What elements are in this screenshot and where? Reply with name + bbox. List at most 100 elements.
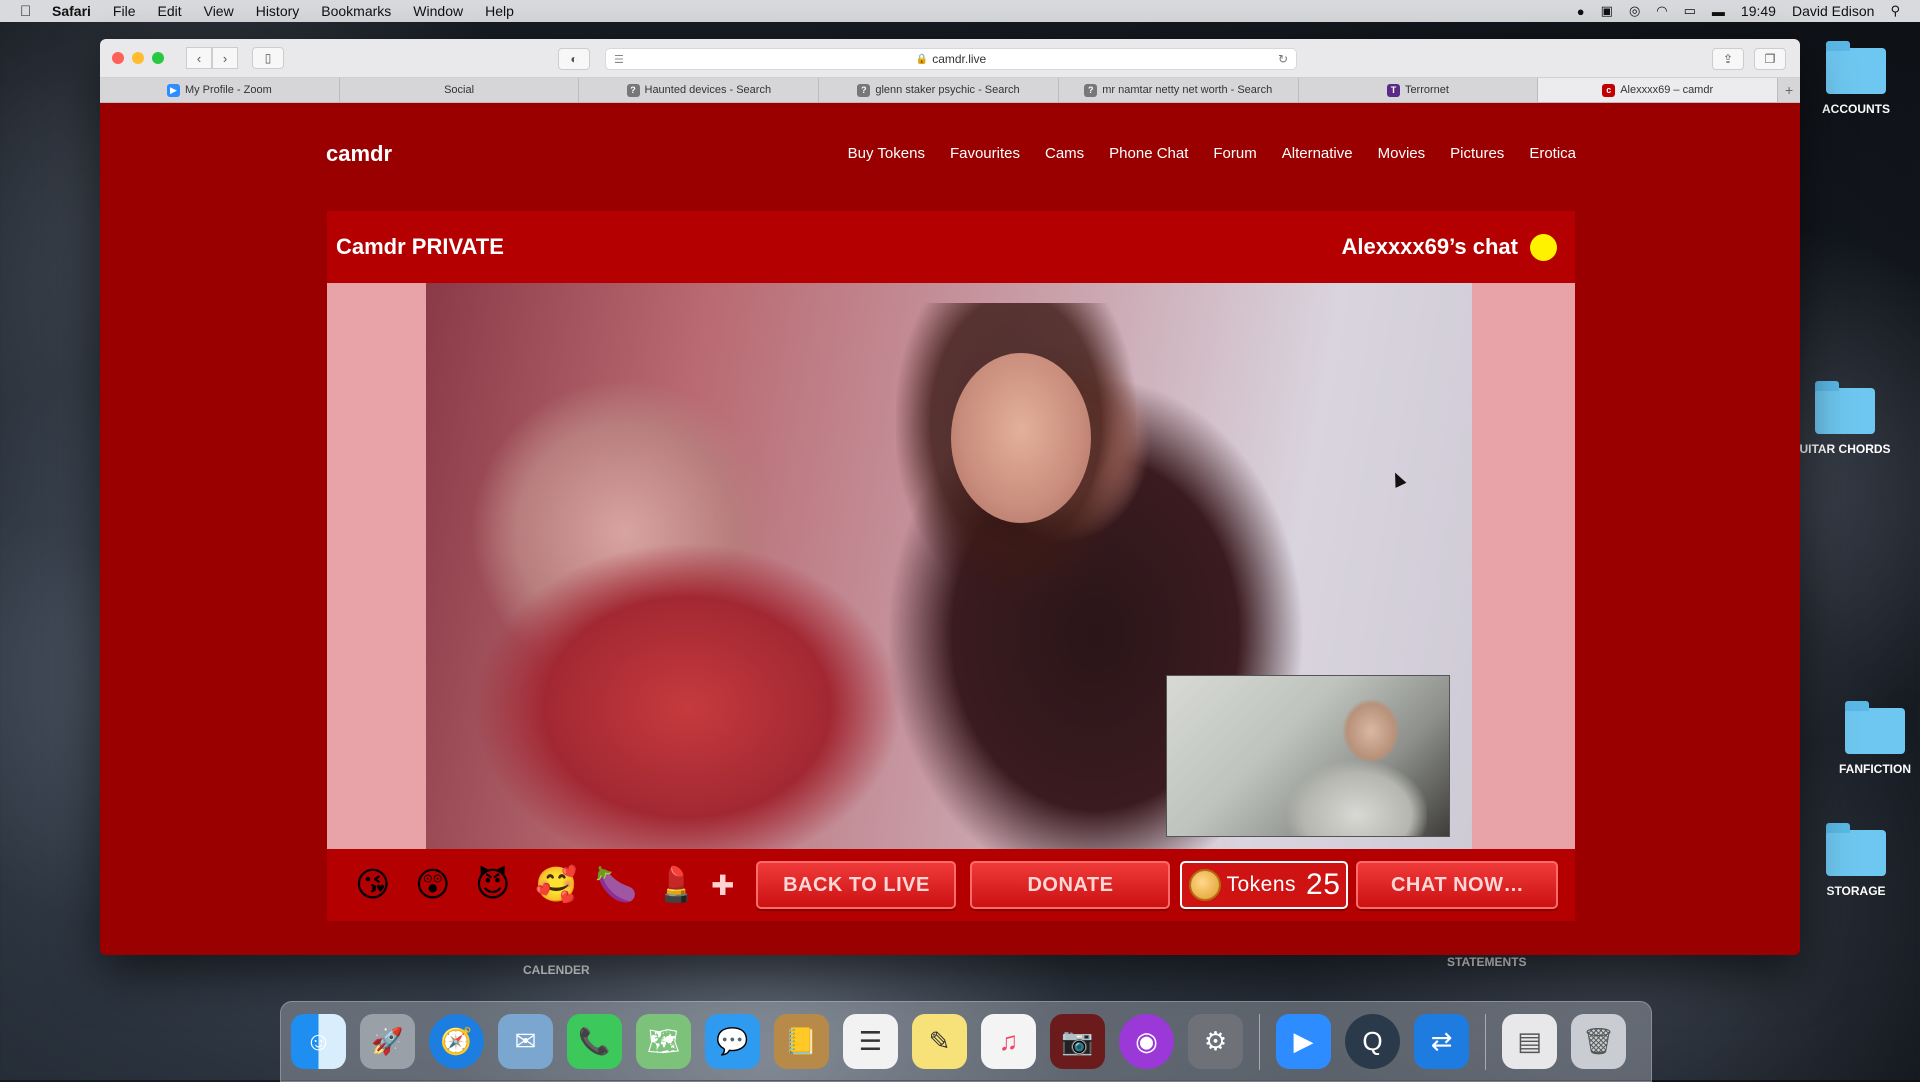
site-logo[interactable]: camdr [326,141,392,167]
share-icon[interactable]: ⇪ [1712,48,1744,70]
nav-movies[interactable]: Movies [1378,145,1426,162]
tab-haunted-devices[interactable]: ? Haunted devices - Search [579,78,820,102]
menu-app-name[interactable]: Safari [52,3,91,19]
close-icon[interactable] [112,52,124,64]
podcasts-icon[interactable]: ◉ [1119,1014,1174,1069]
menu-bookmarks[interactable]: Bookmarks [321,3,391,19]
zoom-icon[interactable]: ▶ [1276,1014,1331,1069]
nav-forum[interactable]: Forum [1213,145,1256,162]
wifi-icon[interactable]: ◠ [1656,3,1667,19]
search-icon[interactable]: ⚲ [1890,3,1900,19]
record-icon[interactable]: ● [1577,4,1585,19]
address-bar[interactable]: ☰ 🔒 camdr.live ↻ [605,48,1297,70]
self-view-video[interactable] [1166,675,1450,837]
menu-edit[interactable]: Edit [157,3,181,19]
airplay-icon[interactable]: ▭ [1684,3,1696,19]
music-icon[interactable]: ♫ [981,1014,1036,1069]
forward-icon[interactable]: › [212,47,238,69]
trash-icon[interactable]: 🗑 [1571,1014,1626,1069]
nav-alternative[interactable]: Alternative [1282,145,1353,162]
screen-icon[interactable]: ▣ [1601,3,1613,19]
desktop-label-calender[interactable]: CALENDER [523,963,590,977]
folder-label: STORAGE [1826,884,1886,898]
tabs-overview-icon[interactable]: ❐ [1754,48,1786,70]
main-video-stream[interactable] [426,283,1472,849]
mail-icon[interactable]: ✉ [498,1014,553,1069]
menu-view[interactable]: View [204,3,234,19]
folder-fanfiction[interactable]: FANFICTION [1820,701,1920,776]
tab-terrornet[interactable]: T Terrornet [1299,78,1539,102]
tab-label: mr namtar netty net worth - Search [1102,84,1273,96]
tokens-count: 25 [1306,868,1341,901]
creative-cloud-icon[interactable]: ◎ [1629,3,1640,19]
clock[interactable]: 19:49 [1741,3,1776,19]
sidebar-icon[interactable]: ▯ [252,47,284,69]
folder-storage[interactable]: STORAGE [1801,823,1911,898]
menu-window[interactable]: Window [413,3,463,19]
nav-phone-chat[interactable]: Phone Chat [1109,145,1188,162]
folder-label: ACCOUNTS [1822,102,1890,116]
tab-camdr-active[interactable]: c Alexxxx69 – camdr [1538,78,1779,102]
lock-icon: 🔒 [915,53,929,65]
zoom-icon: ▶ [166,83,180,97]
video-area [327,283,1575,849]
menu-history[interactable]: History [256,3,300,19]
donate-button[interactable]: DONATE [970,861,1171,909]
teamviewer-icon[interactable]: ⇄ [1414,1014,1469,1069]
maps-icon[interactable]: 🗺 [636,1014,691,1069]
user-name[interactable]: David Edison [1792,3,1875,19]
safari-window: ‹ › ▯ ◐ ☰ 🔒 camdr.live ↻ ⇪ ❐ ▶ My Profil… [100,39,1800,955]
facetime-icon[interactable]: 📞 [567,1014,622,1069]
system-preferences-icon[interactable]: ⚙ [1188,1014,1243,1069]
minimize-icon[interactable] [132,52,144,64]
finder-icon[interactable]: ☺ [291,1014,346,1069]
desktop-label-statements[interactable]: STATEMENTS [1447,955,1527,969]
apple-icon[interactable]:  [20,3,38,20]
menu-help[interactable]: Help [485,3,514,19]
nav-cams[interactable]: Cams [1045,145,1084,162]
nav-buy-tokens[interactable]: Buy Tokens [848,145,925,162]
devil-emoji-icon[interactable]: 😈 [475,868,510,902]
question-icon: ? [857,83,871,97]
kiss-emoji-icon[interactable]: 😘 [355,868,390,902]
contacts-icon[interactable]: 📒 [774,1014,829,1069]
eggplant-emoji-icon[interactable]: 🍆 [595,868,637,902]
chat-now-button[interactable]: CHAT NOW… [1356,861,1559,909]
nav-pictures[interactable]: Pictures [1450,145,1504,162]
back-to-live-button[interactable]: BACK TO LIVE [756,861,957,909]
menu-file[interactable]: File [113,3,136,19]
fullscreen-icon[interactable] [152,52,164,64]
panel-title: Camdr PRIVATE [336,234,504,259]
safari-icon[interactable]: 🧭 [429,1014,484,1069]
nav-erotica[interactable]: Erotica [1529,145,1576,162]
lipstick-emoji-icon[interactable]: 💄 [655,868,697,902]
tab-glenn-staker[interactable]: ? glenn staker psychic - Search [819,78,1059,102]
tab-zoom-profile[interactable]: ▶ My Profile - Zoom [100,78,340,102]
messages-icon[interactable]: 💬 [705,1014,760,1069]
more-emoji-icon[interactable]: ✚ [711,869,734,902]
nav-favourites[interactable]: Favourites [950,145,1020,162]
folder-guitar-chords[interactable]: UITAR CHORDS [1790,381,1900,456]
reload-icon[interactable]: ↻ [1278,52,1288,66]
new-tab-icon[interactable]: + [1778,78,1800,102]
tab-mr-namtar[interactable]: ? mr namtar netty net worth - Search [1059,78,1299,102]
self-view-person [1287,696,1427,836]
reader-icon[interactable]: ☰ [614,53,624,66]
privacy-shield-icon[interactable]: ◐ [558,48,590,70]
folder-icon [1826,41,1886,94]
folder-accounts[interactable]: ACCOUNTS [1801,41,1911,116]
launchpad-icon[interactable]: 🚀 [360,1014,415,1069]
back-icon[interactable]: ‹ [186,47,212,69]
reminders-icon[interactable]: ☰ [843,1014,898,1069]
tab-social[interactable]: Social [340,78,580,102]
battery-icon[interactable]: ▬ [1712,4,1725,19]
quicktime-icon[interactable]: Q [1345,1014,1400,1069]
photo-booth-icon[interactable]: 📷 [1050,1014,1105,1069]
downloads-icon[interactable]: ▤ [1502,1014,1557,1069]
astonished-emoji-icon[interactable]: 😲 [415,868,450,902]
hearts-emoji-icon[interactable]: 🥰 [535,868,577,902]
notes-icon[interactable]: ✎ [912,1014,967,1069]
chat-user-name: Alexxxx69’s chat [1341,234,1518,259]
chat-user: Alexxxx69’s chat [1341,233,1557,261]
tokens-button[interactable]: Tokens 25 [1180,861,1349,909]
